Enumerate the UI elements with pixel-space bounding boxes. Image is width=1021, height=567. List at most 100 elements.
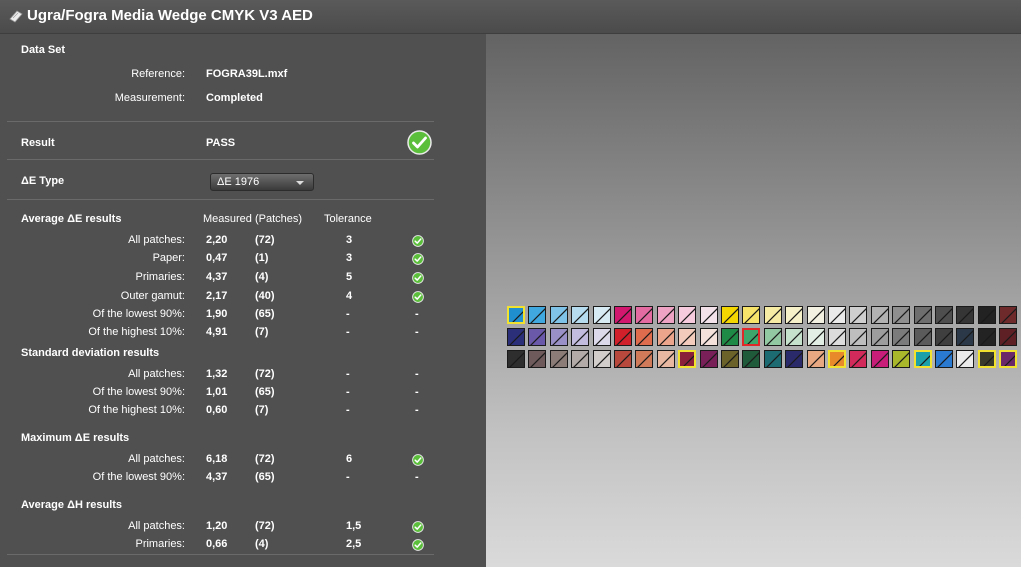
color-patch[interactable] xyxy=(914,306,932,324)
color-patch[interactable] xyxy=(678,328,696,346)
color-patch[interactable] xyxy=(764,306,782,324)
chevron-down-icon xyxy=(296,181,304,185)
color-patch[interactable] xyxy=(892,306,910,324)
color-patch[interactable] xyxy=(550,328,568,346)
color-patch[interactable] xyxy=(614,328,632,346)
color-patch[interactable] xyxy=(999,328,1017,346)
color-patch[interactable] xyxy=(700,306,718,324)
color-patch[interactable] xyxy=(892,350,910,368)
color-patch[interactable] xyxy=(849,350,867,368)
check-circle-icon xyxy=(407,130,432,155)
color-patch[interactable] xyxy=(635,328,653,346)
patch-diagonal xyxy=(894,330,909,345)
color-patch[interactable] xyxy=(914,350,932,368)
color-patch[interactable] xyxy=(593,328,611,346)
color-patch[interactable] xyxy=(764,328,782,346)
color-patch[interactable] xyxy=(593,350,611,368)
color-patch[interactable] xyxy=(871,350,889,368)
color-patch[interactable] xyxy=(593,306,611,324)
color-patch[interactable] xyxy=(999,350,1017,368)
color-patch[interactable] xyxy=(528,350,546,368)
check-circle-icon xyxy=(412,454,424,466)
color-patch[interactable] xyxy=(678,350,696,368)
color-patch[interactable] xyxy=(742,306,760,324)
patch-diagonal xyxy=(916,308,931,323)
color-patch[interactable] xyxy=(721,306,739,324)
color-patch[interactable] xyxy=(721,350,739,368)
color-patch[interactable] xyxy=(550,306,568,324)
color-patch[interactable] xyxy=(978,328,996,346)
color-patch[interactable] xyxy=(742,350,760,368)
color-patch[interactable] xyxy=(871,306,889,324)
section-heading: Average ΔE results xyxy=(21,213,122,225)
color-patch[interactable] xyxy=(978,306,996,324)
color-patch[interactable] xyxy=(935,328,953,346)
measured-value: 1,01 xyxy=(206,386,228,398)
color-patch[interactable] xyxy=(807,328,825,346)
color-patch[interactable] xyxy=(892,328,910,346)
color-patch[interactable] xyxy=(614,306,632,324)
status-none: - xyxy=(415,471,419,483)
color-patch[interactable] xyxy=(550,350,568,368)
patch-diagonal xyxy=(894,352,909,367)
de-type-select[interactable]: ΔE 1976 xyxy=(210,173,314,191)
color-patch[interactable] xyxy=(657,306,675,324)
color-patch[interactable] xyxy=(657,328,675,346)
color-patch[interactable] xyxy=(507,328,525,346)
reference-value: FOGRA39L.mxf xyxy=(206,68,288,80)
measured-value: 4,37 xyxy=(206,271,228,283)
color-patch[interactable] xyxy=(914,328,932,346)
color-patch[interactable] xyxy=(871,328,889,346)
color-patch[interactable] xyxy=(807,350,825,368)
color-patch[interactable] xyxy=(849,306,867,324)
check-circle-icon xyxy=(412,272,424,284)
color-patch[interactable] xyxy=(678,306,696,324)
patch-diagonal xyxy=(873,352,888,367)
color-patch[interactable] xyxy=(785,350,803,368)
color-patch[interactable] xyxy=(507,350,525,368)
color-patch[interactable] xyxy=(721,328,739,346)
color-patch[interactable] xyxy=(978,350,996,368)
color-patch[interactable] xyxy=(828,350,846,368)
tolerance-value: - xyxy=(346,368,350,380)
color-patch[interactable] xyxy=(807,306,825,324)
color-patch[interactable] xyxy=(614,350,632,368)
color-patch[interactable] xyxy=(764,350,782,368)
patch-diagonal xyxy=(916,330,931,345)
color-patch[interactable] xyxy=(785,328,803,346)
tolerance-value: - xyxy=(346,471,350,483)
color-patch[interactable] xyxy=(849,328,867,346)
color-patch[interactable] xyxy=(635,306,653,324)
color-patch[interactable] xyxy=(999,306,1017,324)
patch-diagonal xyxy=(595,308,610,323)
patch-diagonal xyxy=(702,330,717,345)
color-patch[interactable] xyxy=(528,306,546,324)
color-patch[interactable] xyxy=(700,328,718,346)
color-patch[interactable] xyxy=(507,306,525,324)
color-patch[interactable] xyxy=(571,306,589,324)
color-patch[interactable] xyxy=(657,350,675,368)
color-patch[interactable] xyxy=(528,328,546,346)
color-patch[interactable] xyxy=(785,306,803,324)
color-patch[interactable] xyxy=(635,350,653,368)
patch-diagonal xyxy=(530,330,545,345)
color-patch[interactable] xyxy=(956,306,974,324)
color-patch[interactable] xyxy=(935,306,953,324)
color-patch[interactable] xyxy=(571,350,589,368)
patch-diagonal xyxy=(659,308,674,323)
color-patch[interactable] xyxy=(828,306,846,324)
color-patch[interactable] xyxy=(956,328,974,346)
color-patch[interactable] xyxy=(700,350,718,368)
color-patch[interactable] xyxy=(935,350,953,368)
color-patch[interactable] xyxy=(571,328,589,346)
patch-diagonal xyxy=(809,330,824,345)
check-circle-icon xyxy=(412,235,424,247)
patch-diagonal xyxy=(637,352,652,367)
color-patch[interactable] xyxy=(828,328,846,346)
color-patch[interactable] xyxy=(956,350,974,368)
color-patch[interactable] xyxy=(742,328,760,346)
patch-diagonal xyxy=(919,355,930,366)
check-circle-icon xyxy=(412,521,424,533)
patch-diagonal xyxy=(552,308,567,323)
wedge-preview-panel xyxy=(486,34,1021,567)
